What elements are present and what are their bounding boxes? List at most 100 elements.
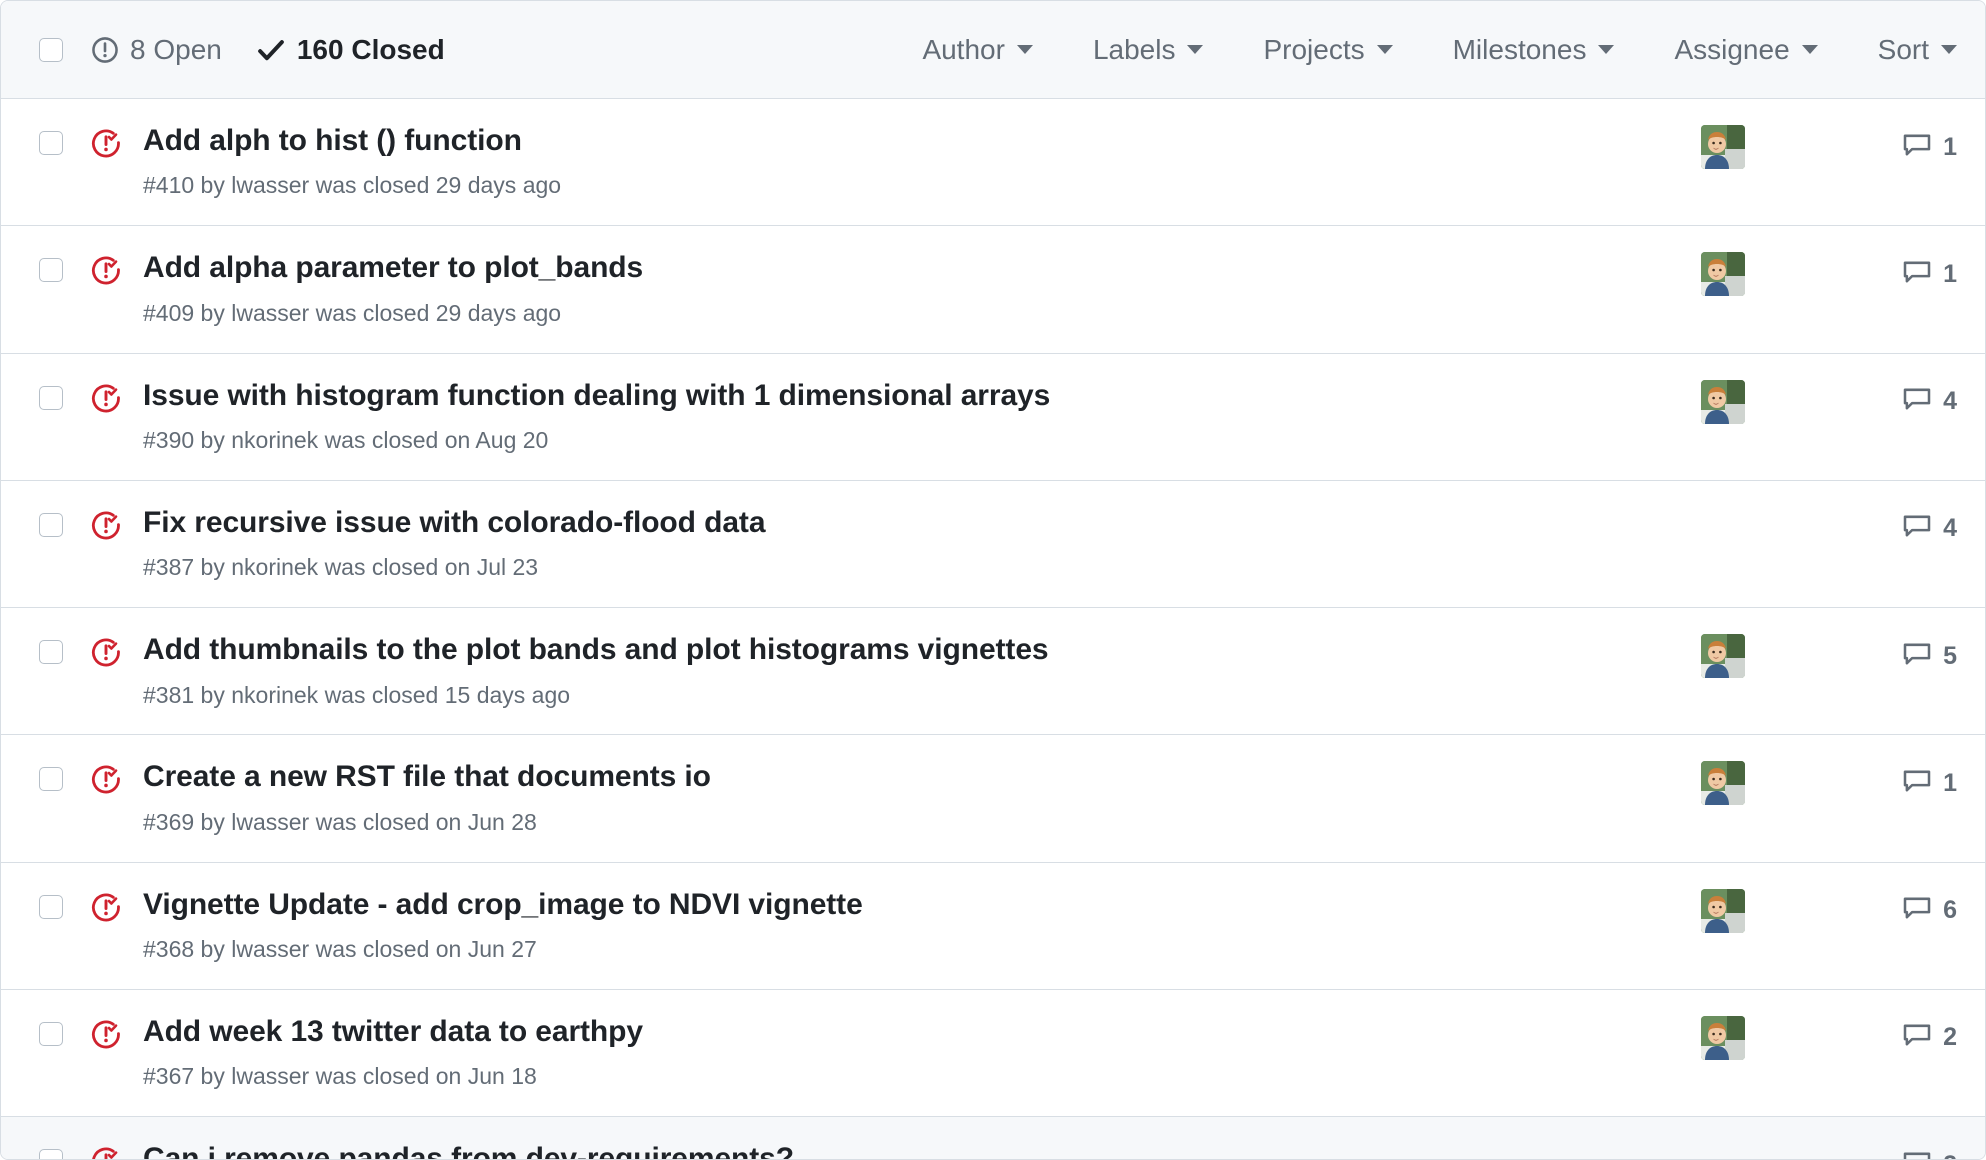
issue-row[interactable]: Add alpha parameter to plot_bands #409 by… [1, 226, 1985, 354]
issue-closed-icon [91, 256, 121, 286]
comment-count-cell[interactable]: 1 [1873, 257, 1957, 292]
issue-row[interactable]: Add alph to hist () function #410 by lwas… [1, 99, 1985, 227]
comment-count-label: 4 [1943, 387, 1957, 416]
filter-sort-label: Sort [1877, 33, 1929, 65]
issue-main: Issue with histogram function dealing wi… [143, 378, 1701, 456]
issue-checkbox[interactable] [39, 131, 63, 155]
comment-count-cell[interactable]: 2 [1873, 1020, 1957, 1055]
issue-closed-icon [91, 765, 121, 795]
filter-assignee-label: Assignee [1674, 33, 1790, 65]
issue-title-link[interactable]: Vignette Update - add crop_image to NDVI… [143, 887, 863, 922]
assignee-avatar-slot [1701, 507, 1745, 551]
issue-row[interactable]: Fix recursive issue with colorado-flood … [1, 480, 1985, 609]
avatar[interactable] [1701, 1015, 1745, 1060]
filter-projects[interactable]: Projects [1263, 33, 1393, 66]
filter-milestones[interactable]: Milestones [1453, 34, 1615, 66]
comment-icon [1902, 257, 1932, 292]
avatar[interactable] [1701, 125, 1745, 169]
comment-count-label: 1 [1943, 768, 1957, 797]
assignee-avatar-slot [1701, 252, 1745, 297]
comment-count-label: 5 [1943, 641, 1957, 670]
issue-checkbox[interactable] [39, 640, 63, 665]
issue-row-right: 1 [1701, 761, 1957, 806]
comment-icon [1902, 766, 1932, 801]
issue-row-right: 6 [1701, 888, 1957, 933]
comment-count-label: 1 [1943, 132, 1957, 161]
issue-checkbox[interactable] [39, 512, 63, 537]
issue-title-link[interactable]: Fix recursive issue with colorado-flood … [143, 505, 766, 540]
issue-checkbox[interactable] [39, 1149, 63, 1159]
issue-closed-icon [91, 129, 121, 159]
issue-closed-icon [91, 384, 121, 414]
open-issues-tab[interactable]: 8 Open [91, 34, 222, 66]
issue-row-right: 1 [1701, 252, 1957, 297]
issue-meta: #381 by nkorinek was closed 15 days ago [143, 681, 571, 708]
assignee-avatar-slot [1701, 1015, 1745, 1060]
avatar[interactable] [1701, 888, 1745, 933]
filter-labels-label: Labels [1092, 33, 1176, 65]
avatar[interactable] [1701, 761, 1745, 806]
comment-count-label: 6 [1943, 896, 1957, 925]
issue-row[interactable]: Vignette Update - add crop_image to NDVI… [1, 862, 1985, 990]
chevron-down-icon [1598, 45, 1615, 54]
comment-count-cell[interactable]: 2 [1873, 1148, 1957, 1159]
filter-assignee[interactable]: Assignee [1674, 33, 1818, 66]
issue-row[interactable]: Can i remove pandas from dev-requirement… [1, 1117, 1985, 1159]
issue-title-link[interactable]: Add alpha parameter to plot_bands [143, 250, 643, 285]
issue-checkbox[interactable] [39, 894, 63, 919]
issue-row[interactable]: Add week 13 twitter data to earthpy #367 … [1, 989, 1985, 1118]
select-all-checkbox[interactable] [39, 37, 63, 62]
issue-row[interactable]: Add thumbnails to the plot bands and plo… [1, 608, 1985, 736]
issue-row[interactable]: Create a new RST file that documents io #… [1, 735, 1985, 863]
comment-icon [1902, 1148, 1932, 1159]
filter-dropdowns-group: Author Labels Projects Milestones Assign… [922, 34, 1957, 66]
issue-title-link[interactable]: Add thumbnails to the plot bands and plo… [143, 632, 1049, 667]
issue-title-link[interactable]: Add week 13 twitter data to earthpy [143, 1014, 643, 1049]
issue-main: Fix recursive issue with colorado-flood … [143, 505, 1701, 583]
filter-author-label: Author [922, 33, 1005, 65]
closed-issues-tab[interactable]: 160 Closed [256, 34, 445, 66]
issue-row-right: 5 [1701, 634, 1957, 679]
comment-icon [1902, 893, 1932, 928]
issue-checkbox[interactable] [39, 258, 63, 283]
issue-main: Vignette Update - add crop_image to NDVI… [143, 887, 1701, 965]
avatar[interactable] [1701, 379, 1745, 424]
chevron-down-icon [1016, 45, 1033, 54]
comment-icon [1902, 1020, 1932, 1055]
chevron-down-icon [1801, 45, 1818, 54]
issue-title-link[interactable]: Issue with histogram function dealing wi… [143, 378, 1050, 413]
issue-title-link[interactable]: Can i remove pandas from dev-requirement… [143, 1141, 794, 1159]
avatar[interactable] [1701, 634, 1745, 679]
comment-count-cell[interactable]: 6 [1873, 893, 1957, 928]
comment-count-label: 1 [1943, 259, 1957, 288]
comment-count-cell[interactable]: 1 [1873, 130, 1957, 165]
issue-meta: #387 by nkorinek was closed on Jul 23 [143, 554, 539, 581]
issue-meta: #390 by nkorinek was closed on Aug 20 [143, 426, 549, 453]
issue-title-link[interactable]: Create a new RST file that documents io [143, 759, 711, 794]
issue-meta: #367 by lwasser was closed on Jun 18 [143, 1063, 537, 1090]
avatar[interactable] [1701, 252, 1745, 297]
filter-labels[interactable]: Labels [1093, 34, 1204, 66]
comment-count-cell[interactable]: 4 [1873, 384, 1957, 419]
open-issues-label: 8 Open [130, 33, 222, 65]
issue-row[interactable]: Issue with histogram function dealing wi… [1, 353, 1985, 481]
comment-count-cell[interactable]: 1 [1873, 766, 1957, 801]
issue-row-right: 2 [1701, 1143, 1957, 1159]
issue-checkbox[interactable] [39, 385, 63, 410]
filter-author[interactable]: Author [922, 34, 1033, 66]
issue-main: Add alph to hist () function #410 by lwas… [143, 123, 1701, 201]
filter-sort[interactable]: Sort [1878, 34, 1957, 66]
issue-checkbox[interactable] [39, 767, 63, 792]
assignee-avatar-slot [1701, 634, 1745, 679]
comment-count-cell[interactable]: 4 [1873, 511, 1957, 546]
comment-icon [1902, 511, 1932, 546]
assignee-avatar-slot [1701, 125, 1745, 169]
check-icon [256, 35, 286, 65]
comment-count-cell[interactable]: 5 [1873, 639, 1957, 674]
filter-projects-label: Projects [1263, 33, 1365, 65]
issue-closed-icon [91, 893, 121, 923]
issue-title-link[interactable]: Add alph to hist () function [143, 123, 522, 158]
issue-checkbox[interactable] [39, 1021, 63, 1046]
closed-issues-label: 160 Closed [296, 33, 445, 65]
issue-main: Add week 13 twitter data to earthpy #367 … [143, 1014, 1701, 1092]
